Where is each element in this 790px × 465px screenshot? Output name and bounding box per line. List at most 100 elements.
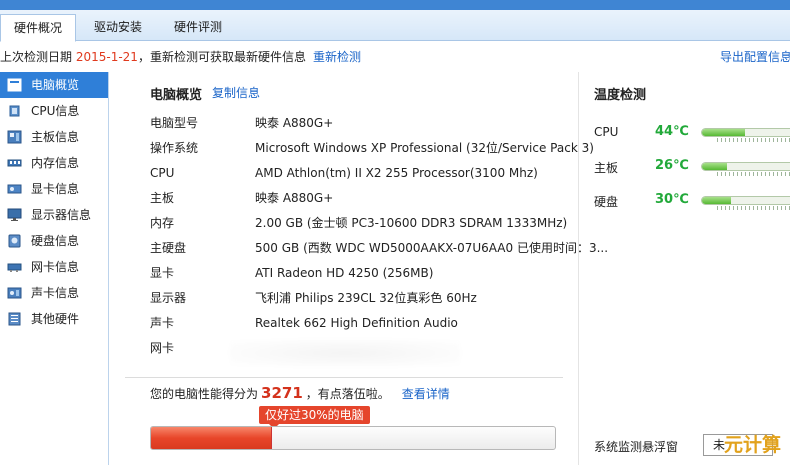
sidebar-item-label: CPU信息 (31, 104, 80, 118)
sidebar-item-label: 显卡信息 (31, 182, 80, 196)
info-label: 显示器 (150, 291, 187, 305)
temp-row-hard-disk: 硬盘 30℃ (594, 191, 790, 211)
sidebar-item-label: 硬盘信息 (31, 234, 80, 248)
score-prefix: 您的电脑性能得分为 (150, 387, 259, 401)
temperature-panel: 温度检测 CPU 44℃ 主板 26℃ 硬盘 30℃ 系统监测悬浮窗 未 元计算 (578, 72, 790, 465)
sidebar-item-label: 显示器信息 (31, 208, 92, 222)
sidebar-item-hard-disk[interactable]: 硬盘信息 (0, 228, 108, 254)
sidebar-item-other-hardware[interactable]: 其他硬件 (0, 306, 108, 332)
sound-card-icon (7, 287, 22, 299)
sidebar-item-monitor[interactable]: 显示器信息 (0, 202, 108, 228)
temp-value: 30℃ (655, 192, 689, 207)
info-bar: 上次检测日期 2015-1-21，重新检测可获取最新硬件信息 重新检测 导出配置… (0, 42, 790, 72)
export-config-link[interactable]: 导出配置信息 (720, 42, 790, 72)
info-value: Microsoft Windows XP Professional (32位/S… (255, 141, 594, 155)
last-scan-suffix: ，重新检测可获取最新硬件信息 (137, 50, 306, 64)
temperature-title: 温度检测 (594, 88, 647, 103)
cpu-icon (9, 105, 20, 117)
section-divider (125, 377, 563, 378)
info-row-motherboard: 主板 映泰 A880G+ (150, 186, 570, 211)
sidebar: 电脑概览 CPU信息 主板信息 内存信息 显卡信息 显示器信息 硬盘信息 网卡信… (0, 72, 109, 465)
sidebar-item-cpu[interactable]: CPU信息 (0, 98, 108, 124)
info-row-os: 操作系统 Microsoft Windows XP Professional (3… (150, 136, 594, 161)
gauge-ticks (717, 206, 790, 210)
temp-label: 主板 (594, 161, 619, 175)
copy-info-link[interactable]: 复制信息 (212, 84, 260, 101)
floating-monitor-label: 系统监测悬浮窗 (594, 440, 679, 454)
sidebar-item-sound-card[interactable]: 声卡信息 (0, 280, 108, 306)
info-label: CPU (150, 166, 175, 180)
score-line: 您的电脑性能得分为 3271 ，有点落伍啦。 查看详情 (150, 383, 450, 403)
sidebar-item-label: 声卡信息 (31, 286, 80, 300)
info-row-cpu: CPU AMD Athlon(tm) II X2 255 Processor(31… (150, 161, 570, 186)
overview-panel: 电脑概览 复制信息 电脑型号 映泰 A880G+ 操作系统 Microsoft Wi… (110, 72, 608, 465)
sidebar-item-label: 其他硬件 (31, 312, 80, 326)
info-label: 网卡 (150, 341, 175, 355)
sidebar-item-network-card[interactable]: 网卡信息 (0, 254, 108, 280)
info-row-graphics: 显卡 ATI Radeon HD 4250 (256MB) (150, 261, 570, 286)
info-value: 500 GB (西数 WDC WD5000AAKX-07U6AA0 已使用时间：… (255, 241, 609, 255)
score-value: 3271 (261, 384, 303, 402)
info-label: 显卡 (150, 266, 175, 280)
sidebar-item-overview[interactable]: 电脑概览 (0, 72, 108, 98)
sidebar-item-memory[interactable]: 内存信息 (0, 150, 108, 176)
info-value: 映泰 A880G+ (255, 191, 334, 205)
info-row-sound-card: 声卡 Realtek 662 High Definition Audio (150, 311, 570, 336)
redacted-area (230, 340, 460, 366)
monitor-icon (7, 208, 22, 221)
gauge-ticks (717, 138, 790, 142)
sidebar-item-motherboard[interactable]: 主板信息 (0, 124, 108, 150)
performance-bar (150, 426, 556, 450)
info-label: 主硬盘 (150, 241, 187, 255)
motherboard-icon (7, 130, 22, 144)
info-value: Realtek 662 High Definition Audio (255, 316, 458, 330)
tab-driver-install[interactable]: 驱动安装 (80, 14, 156, 41)
other-hardware-icon (8, 312, 21, 326)
thermometer-gauge (701, 162, 790, 171)
info-label: 操作系统 (150, 141, 199, 155)
performance-bar-fill (151, 427, 273, 449)
tab-hardware-benchmark[interactable]: 硬件评测 (160, 14, 236, 41)
info-value: ATI Radeon HD 4250 (256MB) (255, 266, 434, 280)
thermometer-gauge (701, 128, 790, 137)
tab-hardware-overview[interactable]: 硬件概况 (0, 14, 76, 42)
sidebar-item-graphics[interactable]: 显卡信息 (0, 176, 108, 202)
info-row-monitor: 显示器 飞利浦 Philips 239CL 32位真彩色 60Hz (150, 286, 570, 311)
temp-label: CPU (594, 125, 619, 139)
sidebar-item-label: 内存信息 (31, 156, 80, 170)
thermometer-gauge (701, 196, 790, 205)
gauge-fill (702, 163, 728, 170)
sidebar-item-label: 电脑概览 (31, 78, 80, 92)
info-label: 内存 (150, 216, 175, 230)
title-strip (0, 0, 790, 10)
info-value: 飞利浦 Philips 239CL 32位真彩色 60Hz (255, 291, 477, 305)
gauge-fill (702, 197, 732, 204)
gauge-ticks (717, 172, 790, 176)
info-row-hard-disk: 主硬盘 500 GB (西数 WDC WD5000AAKX-07U6AA0 已使用… (150, 236, 608, 261)
temp-label: 硬盘 (594, 195, 619, 209)
info-label: 电脑型号 (150, 116, 199, 130)
memory-icon (7, 159, 22, 167)
overview-title: 电脑概览 (150, 88, 203, 103)
graphics-card-icon (7, 184, 22, 194)
view-details-link[interactable]: 查看详情 (402, 387, 450, 401)
percentile-badge: 仅好过30%的电脑 (259, 406, 370, 429)
info-label: 声卡 (150, 316, 175, 330)
score-suffix: ，有点落伍啦。 (305, 387, 390, 401)
info-row-model: 电脑型号 映泰 A880G+ (150, 111, 570, 136)
tab-bar: 硬件概况 驱动安装 硬件评测 (0, 10, 790, 42)
info-value: 映泰 A880G+ (255, 116, 334, 130)
temp-row-motherboard: 主板 26℃ (594, 157, 790, 177)
sidebar-item-label: 主板信息 (31, 130, 80, 144)
last-scan-text: 上次检测日期 2015-1-21，重新检测可获取最新硬件信息 (0, 42, 306, 72)
gauge-fill (702, 129, 746, 136)
sidebar-item-label: 网卡信息 (31, 260, 80, 274)
network-card-icon (7, 263, 22, 272)
hard-disk-icon (8, 234, 21, 248)
overview-icon (7, 78, 22, 92)
rescan-link[interactable]: 重新检测 (313, 42, 361, 72)
temp-row-cpu: CPU 44℃ (594, 123, 790, 143)
info-label: 主板 (150, 191, 175, 205)
info-row-memory: 内存 2.00 GB (金士顿 PC3-10600 DDR3 SDRAM 1333… (150, 211, 570, 236)
last-scan-prefix: 上次检测日期 (0, 50, 76, 64)
